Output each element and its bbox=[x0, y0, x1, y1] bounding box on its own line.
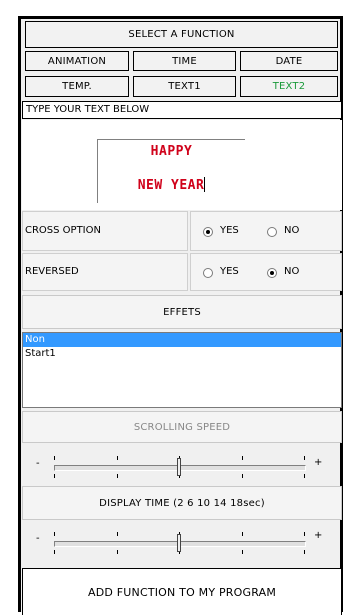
effects-item-start1-label: Start1 bbox=[25, 348, 56, 359]
display-time-thumb[interactable] bbox=[177, 534, 181, 552]
display-time-tick bbox=[304, 532, 305, 536]
cross-no-label[interactable]: NO bbox=[284, 225, 299, 236]
display-time-tick bbox=[304, 550, 305, 554]
reversed-label: REVERSED bbox=[25, 266, 79, 277]
display-time-header: DISPLAY TIME (2 6 10 14 18sec) bbox=[22, 486, 342, 520]
tab-text1-label: TEXT1 bbox=[168, 81, 201, 92]
text-section-label-text: TYPE YOUR TEXT BELOW bbox=[26, 104, 150, 115]
display-time-tick bbox=[117, 532, 118, 536]
scrolling-speed-tick bbox=[304, 474, 305, 478]
scrolling-speed-slider[interactable]: - + bbox=[22, 446, 342, 484]
tab-animation-label: ANIMATION bbox=[47, 55, 107, 67]
cross-option-row: CROSS OPTION bbox=[22, 211, 188, 251]
reversed-row: REVERSED bbox=[22, 253, 188, 291]
text-entry-area: HAPPY NEW YEAR bbox=[22, 120, 342, 210]
function-panel: SELECT A FUNCTION ANIMATION TIME DATE TE… bbox=[18, 16, 343, 615]
tab-temp-label: TEMP. bbox=[62, 81, 92, 92]
select-function-header: SELECT A FUNCTION bbox=[25, 21, 338, 48]
tab-time-label: TIME bbox=[172, 55, 197, 67]
reversed-yes-radio[interactable] bbox=[203, 268, 213, 278]
effects-label: EFFETS bbox=[163, 306, 201, 318]
tab-date[interactable]: DATE bbox=[240, 51, 338, 71]
cross-option-label: CROSS OPTION bbox=[25, 225, 101, 236]
tab-animation[interactable]: ANIMATION bbox=[25, 51, 129, 71]
add-function-button[interactable]: ADD FUNCTION TO MY PROGRAM bbox=[22, 568, 342, 615]
display-time-tick bbox=[117, 550, 118, 554]
scrolling-speed-thumb[interactable] bbox=[177, 458, 181, 476]
text-section-label: TYPE YOUR TEXT BELOW bbox=[22, 101, 342, 119]
reversed-no-radio[interactable] bbox=[267, 268, 277, 278]
scrolling-speed-tick bbox=[242, 456, 243, 460]
cross-yes-radio[interactable] bbox=[203, 227, 213, 237]
effects-item-non-label: Non bbox=[25, 334, 45, 345]
scrolling-speed-label: SCROLLING SPEED bbox=[133, 421, 231, 433]
tab-time[interactable]: TIME bbox=[133, 51, 236, 71]
scrolling-speed-tick bbox=[304, 456, 305, 460]
text-line-2: NEW YEAR bbox=[137, 178, 205, 193]
effects-list[interactable]: Non Start1 bbox=[22, 332, 342, 408]
cross-option-choices: YES NO bbox=[190, 211, 342, 251]
text-line-2-row: NEW YEAR bbox=[98, 174, 245, 193]
cross-no-radio[interactable] bbox=[267, 227, 277, 237]
scrolling-speed-tick bbox=[54, 456, 55, 460]
header-title: SELECT A FUNCTION bbox=[128, 29, 235, 40]
cross-yes-label[interactable]: YES bbox=[220, 225, 239, 236]
scrolling-speed-tick bbox=[54, 474, 55, 478]
effects-header: EFFETS bbox=[22, 295, 342, 329]
add-function-label: ADD FUNCTION TO MY PROGRAM bbox=[87, 585, 277, 599]
tab-date-label: DATE bbox=[275, 55, 303, 67]
scrolling-speed-tick bbox=[117, 456, 118, 460]
reversed-yes-label[interactable]: YES bbox=[220, 266, 239, 277]
tab-text2[interactable]: TEXT2 bbox=[240, 76, 338, 97]
text-line-1: HAPPY bbox=[150, 144, 193, 159]
display-time-tick bbox=[54, 550, 55, 554]
text-input[interactable]: HAPPY NEW YEAR bbox=[97, 139, 245, 203]
text-caret bbox=[204, 177, 206, 192]
effects-item-start1[interactable]: Start1 bbox=[23, 347, 341, 361]
tab-temp[interactable]: TEMP. bbox=[25, 76, 129, 97]
tab-text2-label: TEXT2 bbox=[272, 81, 306, 92]
scrolling-speed-tick bbox=[117, 474, 118, 478]
display-time-track-area[interactable] bbox=[22, 522, 342, 564]
effects-item-non[interactable]: Non bbox=[23, 333, 341, 347]
scrolling-speed-header: SCROLLING SPEED bbox=[22, 411, 342, 443]
display-time-tick bbox=[54, 532, 55, 536]
scrolling-speed-track-area[interactable] bbox=[22, 446, 342, 484]
reversed-no-label[interactable]: NO bbox=[284, 266, 299, 277]
scrolling-speed-tick bbox=[242, 474, 243, 478]
tab-text1[interactable]: TEXT1 bbox=[133, 76, 236, 97]
display-time-slider[interactable]: - + bbox=[22, 522, 342, 564]
reversed-choices: YES NO bbox=[190, 253, 342, 291]
display-time-tick bbox=[242, 532, 243, 536]
display-time-tick bbox=[242, 550, 243, 554]
display-time-label: DISPLAY TIME (2 6 10 14 18sec) bbox=[99, 497, 265, 509]
